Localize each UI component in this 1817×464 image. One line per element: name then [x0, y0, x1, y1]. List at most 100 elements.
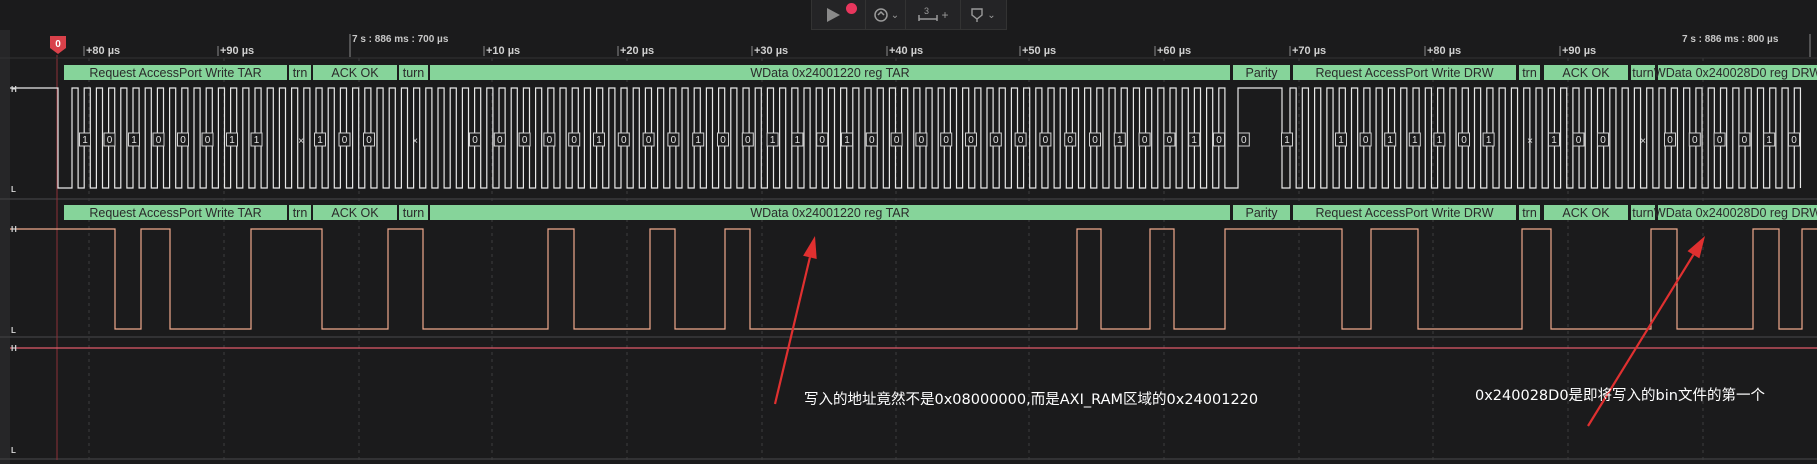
svg-text:1: 1 — [131, 135, 137, 146]
bit-value: 1 — [226, 132, 238, 147]
bit-value: 0 — [493, 132, 506, 147]
bit-value: 0 — [617, 132, 630, 147]
svg-text:1: 1 — [317, 135, 323, 146]
third-low-label: L — [11, 446, 16, 455]
svg-text:0: 0 — [720, 135, 726, 146]
bit-value: 1 — [314, 132, 326, 147]
svg-text:0: 0 — [646, 135, 652, 146]
clock-low-label: L — [11, 185, 16, 194]
bit-value: 1 — [692, 132, 705, 147]
channel-color-strip — [0, 30, 10, 464]
bit-value: 0 — [1458, 132, 1470, 147]
svg-text:1: 1 — [1412, 135, 1418, 146]
svg-text:0: 0 — [671, 135, 677, 146]
bit-value: 0 — [1237, 132, 1250, 147]
annotation-first-word-note: 0x240028D0是即将写入的bin文件的第一个 — [1475, 388, 1765, 404]
protocol-segment-label: ACK OK — [331, 206, 379, 220]
bit-value: 0 — [1014, 132, 1027, 147]
svg-text:0: 0 — [1461, 135, 1467, 146]
svg-text:1: 1 — [1766, 135, 1772, 146]
ruler-tick-label: +70 µs — [1292, 45, 1326, 57]
data-low-label: L — [11, 326, 16, 335]
bit-value: 0 — [152, 132, 165, 147]
svg-text:0: 0 — [919, 135, 925, 146]
svg-text:0: 0 — [547, 135, 553, 146]
bit-value: 0 — [816, 132, 829, 147]
svg-text:0: 0 — [497, 135, 503, 146]
ruler-tick-label: +40 µs — [889, 45, 923, 57]
bit-value: 0 — [1039, 132, 1052, 147]
bit-undefined: × — [412, 136, 418, 147]
bit-value: 0 — [1213, 132, 1225, 147]
bit-value: 0 — [741, 132, 754, 147]
bit-value: 1 — [79, 132, 91, 147]
svg-text:1: 1 — [1284, 135, 1290, 146]
ruler-tick-label: +10 µs — [486, 45, 520, 57]
svg-text:1: 1 — [795, 135, 801, 146]
bit-value: 0 — [717, 132, 729, 147]
bit-value: 0 — [1788, 132, 1800, 147]
svg-text:1: 1 — [1117, 135, 1123, 146]
bit-value: 0 — [667, 132, 680, 147]
absolute-time-label: 7 s : 886 ms : 700 µs — [352, 34, 449, 45]
protocol-segment-label: turn — [403, 66, 425, 80]
svg-text:0: 0 — [968, 135, 974, 146]
bit-value: 1 — [1188, 132, 1201, 147]
bit-value: 1 — [766, 132, 779, 147]
svg-text:0: 0 — [1241, 135, 1247, 146]
protocol-segment-label: Request AccessPort Write DRW — [1315, 206, 1493, 220]
bit-value: 1 — [1384, 132, 1397, 147]
bit-value: 1 — [1281, 132, 1293, 147]
svg-text:0: 0 — [1363, 135, 1369, 146]
bit-value: 1 — [1763, 132, 1776, 147]
svg-text:0: 0 — [1167, 135, 1173, 146]
ruler-tick-label: +20 µs — [620, 45, 654, 57]
protocol-segment-label: trn — [1522, 206, 1537, 220]
bit-value: 0 — [543, 132, 556, 147]
bit-value: 0 — [865, 132, 878, 147]
svg-text:0: 0 — [1018, 135, 1024, 146]
bit-value: 1 — [593, 132, 605, 147]
protocol-segment-label: WData 0x24001220 reg TAR — [750, 206, 909, 220]
clock-high-label: H — [11, 85, 17, 94]
svg-text:0: 0 — [621, 135, 627, 146]
svg-text:1: 1 — [770, 135, 776, 146]
ruler-tick-label: +80 µs — [86, 45, 120, 57]
svg-text:0: 0 — [180, 135, 186, 146]
protocol-segment-label: WData 0x24001220 reg TAR — [750, 66, 909, 80]
ruler-tick-label: +90 µs — [220, 45, 254, 57]
protocol-segment-label: trn — [293, 66, 308, 80]
bit-value: 0 — [915, 132, 928, 147]
svg-text:1: 1 — [1387, 135, 1393, 146]
protocol-segment-label: turn — [403, 206, 425, 220]
svg-text:1: 1 — [229, 135, 235, 146]
bit-value: 0 — [989, 132, 1002, 147]
svg-text:0: 0 — [1742, 135, 1748, 146]
ruler-tick-label: +60 µs — [1157, 45, 1191, 57]
bit-value: 0 — [1738, 132, 1751, 147]
bit-value: 1 — [1548, 132, 1560, 147]
bit-value: 0 — [1597, 132, 1609, 147]
ruler-tick-label: +30 µs — [754, 45, 788, 57]
svg-text:0: 0 — [1692, 135, 1698, 146]
bit-value: 1 — [1335, 132, 1347, 147]
svg-text:0: 0 — [1142, 135, 1148, 146]
bit-value: 0 — [103, 132, 116, 147]
bit-undefined: × — [1640, 136, 1646, 147]
annotation-address-note: 写入的地址竟然不是0x08000000,而是AXI_RAM区域的0x240012… — [804, 392, 1259, 408]
ruler-tick-label: +90 µs — [1562, 45, 1596, 57]
bit-value: 0 — [1713, 132, 1726, 147]
marker-badge-label: 0 — [55, 39, 61, 50]
svg-text:0: 0 — [1067, 135, 1073, 146]
protocol-segment-label: Request AccessPort Write DRW — [1315, 66, 1493, 80]
bit-value: 0 — [177, 132, 189, 147]
svg-text:0: 0 — [894, 135, 900, 146]
svg-text:1: 1 — [1338, 135, 1344, 146]
bit-value: 0 — [1359, 132, 1372, 147]
bit-value: 0 — [338, 132, 351, 147]
protocol-segment-label: turn — [1632, 66, 1654, 80]
protocol-segment-label: turn — [1632, 206, 1654, 220]
svg-text:0: 0 — [869, 135, 875, 146]
ruler-tick-label: +50 µs — [1022, 45, 1056, 57]
bit-value: 0 — [940, 132, 953, 147]
